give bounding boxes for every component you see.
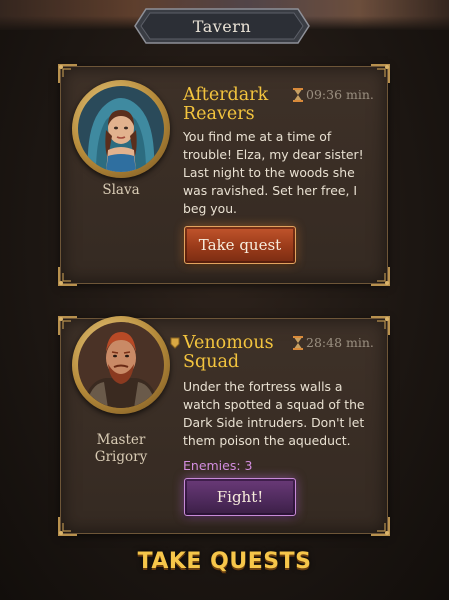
corner-ornament — [369, 315, 391, 337]
quest-description: You find me at a time of trouble! Elza, … — [183, 129, 364, 216]
npc-name: Master Grigory — [94, 432, 148, 465]
npc-portrait-master-grigory — [72, 316, 170, 414]
timer-value: 09:36 min. — [306, 87, 374, 102]
enemies-count: Enemies: 3 — [183, 458, 253, 473]
npc-portrait-slava — [72, 80, 170, 178]
npc-name: Slava — [102, 182, 140, 198]
bearded-man-portrait — [78, 322, 164, 408]
fight-button[interactable]: Fight! — [184, 478, 296, 516]
footer-caption: TAKE QUESTS — [137, 549, 312, 574]
quest-title: Afterdark Reavers — [183, 85, 269, 124]
title-plate: Tavern — [134, 8, 310, 44]
corner-ornament — [369, 63, 391, 85]
quest-timer: 09:36 min. — [293, 87, 374, 102]
corner-ornament — [57, 315, 79, 337]
hourglass-icon — [293, 335, 303, 350]
take-quest-button[interactable]: Take quest — [184, 226, 296, 264]
hooded-woman-portrait — [78, 86, 164, 172]
corner-ornament — [369, 265, 391, 287]
quest-description: Under the fortress walls a watch spotted… — [183, 379, 365, 448]
corner-ornament — [57, 63, 79, 85]
page-title: Tavern — [192, 16, 252, 36]
corner-ornament — [369, 515, 391, 537]
hourglass-icon — [293, 87, 303, 102]
corner-ornament — [57, 515, 79, 537]
take-quest-label: Take quest — [198, 236, 282, 254]
quest-title: Venomous Squad — [183, 333, 274, 372]
timer-value: 28:48 min. — [306, 335, 374, 350]
corner-ornament — [57, 265, 79, 287]
quest-timer: 28:48 min. — [293, 335, 374, 350]
fight-label: Fight! — [216, 488, 264, 506]
rank-badge-icon — [170, 337, 180, 349]
